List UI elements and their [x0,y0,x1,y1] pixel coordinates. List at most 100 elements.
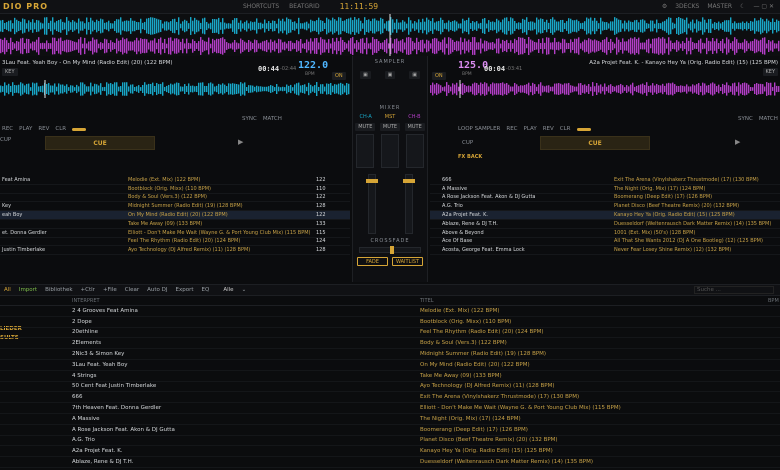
deck-b-cup-button[interactable]: CUP [462,140,473,146]
list-item[interactable]: eah Boy On My Mind (Radio Edit) (20) (12… [0,211,350,220]
header-bpm[interactable]: BPM [768,298,779,304]
sampler-pad-3[interactable]: ▣ [409,71,420,79]
crossfader[interactable] [359,246,421,254]
list-item[interactable]: et. Donna Gerdler Elliott - Don't Make M… [0,229,350,238]
toolbar-ctlr[interactable]: +Ctlr [81,287,95,293]
mute-m-button[interactable]: MUTE [379,123,401,131]
list-item[interactable]: A Rose Jackson Feat. Akon & DJ Gutta Boo… [430,194,780,203]
deck-b-fx-back[interactable]: FX BACK [458,154,482,160]
list-item[interactable]: Feat Amina Melodie (Ext. Mix) (122 BPM) … [0,176,350,185]
table-row[interactable]: 2 4 Grooves Feat Amina Melodie (Ext. Mix… [0,306,780,317]
main-waveform[interactable] [0,14,780,56]
eq-b-knob[interactable] [405,134,424,168]
table-row[interactable]: A Massive The Night (Orig. Mix) (17) (12… [0,414,780,425]
table-row[interactable]: 2 Dope Bootblock (Orig. Mixx) (110 BPM) [0,317,780,328]
toolbar-file[interactable]: +File [103,287,117,293]
shortcuts-button[interactable]: SHORTCUTS [243,3,279,10]
list-item[interactable]: Ace Of Base All That She Wants 2012 (DJ … [430,238,780,247]
list-item[interactable]: Body & Soul (Vers.3) (122 BPM) 122 [0,194,350,203]
deck-a-overview[interactable] [0,80,350,98]
deck-a-cue-button[interactable]: CUE [45,136,155,150]
row-title: Kanayo Hey Ya (Orig. Radio Edit) (15) (1… [420,448,553,455]
track-bpm: 122 [316,212,326,219]
table-row[interactable]: A2a Projet Feat. K. Kanayo Hey Ya (Orig.… [0,446,780,458]
header-titel[interactable]: TITEL [420,298,768,304]
beatgrid-button[interactable]: BEATGRID [289,3,319,10]
deck-a-sampler-slider[interactable] [72,127,87,131]
deck-b-match-button[interactable]: MATCH [759,116,778,122]
table-row[interactable]: A Rose Jackson Feat. Akon & DJ Gutta Boo… [0,425,780,436]
toolbar-autodj[interactable]: Auto DJ [147,287,167,293]
eq-m-knob[interactable] [380,134,399,168]
moon-icon[interactable]: ☾ [740,3,745,10]
deck-b-cue-button[interactable]: CUE [540,136,650,150]
deck-a-rev-button[interactable]: REV [38,126,49,132]
deck-b-rec-button[interactable]: REC [506,126,517,132]
list-item[interactable]: Bootblock (Orig. Mixx) (110 BPM) 110 [0,185,350,194]
deck-a-play-icon[interactable]: ▶ [238,138,243,146]
table-row[interactable]: 2Elements Body & Soul (Vers.3) (122 BPM) [0,338,780,350]
list-item[interactable]: Above & Beyond 1001 (Ext. Mix) (50's) (1… [430,229,780,238]
list-item[interactable]: Acosta, George Feat. Emma Lock Never Fea… [430,246,780,256]
deck-b-play-button[interactable]: PLAY [524,126,537,132]
deck-b-rev-button[interactable]: REV [543,126,554,132]
list-item[interactable]: Key Midnight Summer (Radio Edit) (19) (1… [0,202,350,212]
list-item[interactable]: Ablaze, Rene & DJ T.H. Duesseldorf (Welt… [430,220,780,229]
table-row[interactable]: 4 Strings Take Me Away (09) (133 BPM) [0,371,780,382]
header-interpret[interactable]: INTERPRET [72,298,420,304]
volume-fader-b[interactable] [402,174,415,234]
settings-icon[interactable]: ⚙ [662,3,667,10]
list-item[interactable]: Take Me Away (09) (133 BPM) 133 [0,220,350,229]
toolbar-import[interactable]: Import [19,287,37,293]
waveform-overview-panel[interactable] [0,14,780,56]
list-item[interactable]: Justin Timberlake Ayo Technology (DJ Alf… [0,246,350,256]
deck-a-rec-button[interactable]: REC [2,126,13,132]
deck-b-on-button[interactable]: ON [432,72,446,80]
table-row[interactable]: Ablaze, Rene & DJ T.H. Duesseldorf (Welt… [0,457,780,468]
sampler-pad-1[interactable]: ▣ [359,71,371,79]
deck-b-overview[interactable] [430,80,780,98]
toolbar-bibliothek[interactable]: Bibliothek [45,287,72,293]
table-row[interactable]: 7th Heaven Feat. Donna Gerdler Elliott -… [0,403,780,414]
deck-a-play-button[interactable]: PLAY [19,126,32,132]
deck-a-cup-button[interactable]: CUP [0,137,11,143]
filter-select[interactable]: Alle [223,287,233,293]
deck-b-play-icon[interactable]: ▶ [735,138,740,146]
waitlist-button[interactable]: WAITLIST [392,257,423,266]
deck-b-key-badge[interactable]: KEY [762,68,778,76]
toolbar-eq[interactable]: EQ [202,287,210,293]
deck-b-sampler-slider[interactable] [576,127,591,131]
chevron-down-icon[interactable]: ⌄ [242,287,247,293]
deck-a-on-button[interactable]: ON [332,72,346,80]
table-row[interactable]: 3Lau Feat. Yeah Boy On My Mind (Radio Ed… [0,360,780,371]
table-row[interactable]: 20ethline Feel The Rhythm (Radio Edit) (… [0,328,780,339]
mute-b-button[interactable]: MUTE [404,123,425,131]
list-item[interactable]: Feel The Rhythm (Radio Edit) (20) (124 B… [0,238,350,247]
volume-fader-a[interactable] [365,174,378,234]
fade-button[interactable]: FADE [357,257,388,266]
table-row[interactable]: 50 Cent Feat Justin Timberlake Ayo Techn… [0,382,780,393]
decks-button[interactable]: 3DECKS [675,3,699,10]
list-item[interactable]: A2a Projet Feat. K. Kanayo Hey Ya (Orig.… [430,211,780,220]
table-row[interactable]: 2Nic3 & Simon Key Midnight Summer (Radio… [0,349,780,360]
sampler-pad-2[interactable]: ▣ [384,71,396,79]
list-item[interactable]: A Massive The Night (Orig. Mix) (17) (12… [430,185,780,194]
table-row[interactable]: 666 Exit The Arena (Vinylshakerz Thrustm… [0,392,780,404]
list-item[interactable]: 666 Exit The Arena (Vinylshakerz Thrustm… [430,176,780,185]
deck-a-match-button[interactable]: MATCH [263,116,282,122]
mute-a-button[interactable]: MUTE [355,123,376,131]
deck-b-clr-button[interactable]: CLR [560,126,571,132]
toolbar-clear[interactable]: Clear [125,287,139,293]
table-row[interactable]: A.G. Trio Planet Disco (Beef Theatre Rem… [0,436,780,447]
window-controls[interactable]: — ▢ ✕ [753,3,774,10]
search-input[interactable]: Suche ... [694,286,774,294]
list-item[interactable]: A.G. Trio Planet Disco (Beef Theatre Rem… [430,202,780,212]
toolbar-export[interactable]: Export [176,287,194,293]
eq-a-knob[interactable] [356,134,375,168]
deck-a-clr-button[interactable]: CLR [55,126,66,132]
deck-a-sync-button[interactable]: SYNC [242,116,257,122]
toolbar-all[interactable]: All [4,287,11,293]
deck-b-sync-button[interactable]: SYNC [738,116,753,122]
master-button[interactable]: MASTER [707,3,732,10]
deck-a-key-badge[interactable]: KEY [2,68,18,76]
